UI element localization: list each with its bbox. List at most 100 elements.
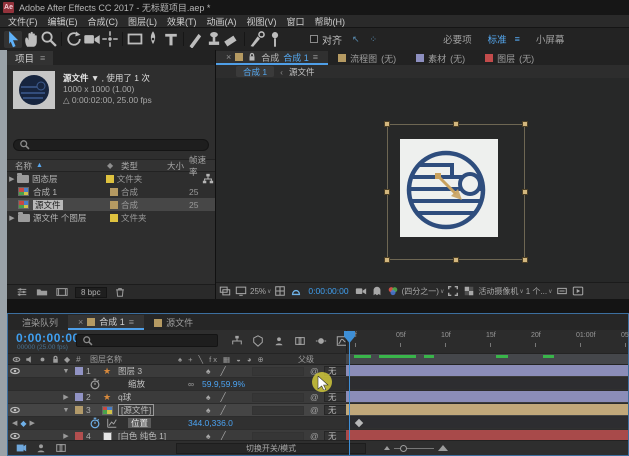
zoom-in-icon[interactable] — [438, 445, 448, 451]
viewer-timecode[interactable]: 0:00:00:00 — [305, 286, 351, 296]
live-update-icon[interactable] — [14, 441, 28, 455]
layer-switches[interactable]: ♠ ╱ — [206, 405, 252, 416]
fast-previews-icon[interactable] — [571, 284, 585, 298]
resolution-dropdown[interactable]: (四分之一) ∨ — [402, 286, 445, 297]
hide-shy-layers-icon[interactable] — [272, 334, 286, 348]
menu-item-0[interactable]: 文件(F) — [3, 15, 43, 28]
tool-rotate-icon[interactable] — [65, 31, 83, 48]
viewer-tab-1[interactable]: 流程图 (无) — [328, 51, 406, 65]
eye-icon[interactable] — [11, 354, 22, 365]
menu-item-2[interactable]: 合成(C) — [83, 15, 124, 28]
audio-icon[interactable] — [24, 354, 35, 365]
layer-duration-bar[interactable] — [346, 404, 628, 415]
layer-name[interactable]: [源文件] — [118, 404, 206, 416]
selection-handle-7[interactable] — [522, 257, 528, 263]
property-row-位置[interactable]: ◀ ◆ ▶ 位置 344.0,336.0 — [8, 417, 628, 430]
breadcrumb-comp[interactable]: 合成 1 — [236, 66, 275, 77]
prev-keyframe-icon[interactable]: ◀ — [12, 419, 17, 427]
anchor-switch[interactable]: ♠ — [206, 405, 211, 416]
timeline-zoom-slider[interactable] — [384, 444, 448, 452]
tab-project[interactable]: 项目 ≡ — [7, 51, 54, 65]
layer-name[interactable]: 图层 3 — [118, 365, 206, 377]
composition-viewport[interactable] — [216, 78, 629, 282]
selection-handle-4[interactable] — [522, 189, 528, 195]
menu-item-6[interactable]: 视图(V) — [242, 15, 282, 28]
property-name[interactable]: 位置 — [128, 417, 188, 429]
panel-menu-icon[interactable]: ≡ — [40, 53, 45, 63]
motion-blur-icon[interactable] — [314, 334, 328, 348]
tool-selection-icon[interactable] — [4, 30, 22, 48]
workspace-menu-icon[interactable]: ≡ — [515, 34, 520, 44]
stopwatch-icon[interactable] — [88, 377, 102, 391]
snapshot-compare-icon[interactable] — [218, 284, 232, 298]
preview-item-name[interactable]: 源文件 — [63, 73, 89, 83]
project-row-2[interactable]: 源文件 合成 25 — [7, 198, 215, 211]
sort-ascending-icon[interactable]: ▲ — [36, 162, 43, 169]
selection-handle-1[interactable] — [453, 121, 459, 127]
label-color-swatch[interactable] — [105, 174, 114, 183]
project-table-header[interactable]: 名称 ▲ ◆ 类型 大小 帧速率 — [7, 155, 215, 177]
selection-handle-2[interactable] — [522, 121, 528, 127]
trash-icon[interactable] — [113, 285, 127, 299]
grid-options-icon[interactable] — [273, 284, 287, 298]
tool-clone-stamp-icon[interactable] — [205, 31, 223, 48]
viewer-tab-0[interactable]: × 合成 合成 1 ≡ — [216, 51, 329, 65]
layer-twirl-icon[interactable]: ▶ — [60, 432, 72, 440]
zoom-out-icon[interactable] — [384, 446, 390, 450]
preview-dropdown-caret[interactable]: ▼ — [91, 73, 99, 83]
dropdown-caret-icon[interactable]: ∨ — [519, 288, 523, 295]
selection-handle-6[interactable] — [453, 257, 459, 263]
tool-pan-behind-icon[interactable] — [101, 31, 119, 48]
project-row-3[interactable]: ▶ 源文件 个图层 文件夹 — [7, 211, 215, 224]
layer-twirl-icon[interactable]: ▶ — [60, 393, 72, 401]
snap-checkbox[interactable] — [310, 35, 318, 43]
anchor-switch[interactable]: ♠ — [206, 392, 211, 403]
show-channel-icon[interactable] — [386, 284, 400, 298]
menu-item-3[interactable]: 图层(L) — [123, 15, 162, 28]
parent-pickwhip-icon[interactable]: @ — [310, 392, 324, 402]
layer-switches[interactable]: ♠ ╱ — [206, 392, 252, 403]
snap-toggle[interactable]: 对齐 — [310, 32, 342, 47]
layer-selection-box[interactable] — [387, 124, 525, 260]
draft-3d-icon[interactable] — [251, 334, 265, 348]
layer-label-swatch[interactable] — [75, 367, 83, 375]
column-size[interactable]: 大小 — [167, 160, 189, 172]
project-row-0[interactable]: ▶ 固态层 文件夹 — [7, 172, 215, 185]
monitor-icon[interactable] — [234, 284, 248, 298]
menu-item-7[interactable]: 窗口 — [282, 15, 310, 28]
region-of-interest-icon[interactable] — [446, 284, 460, 298]
parent-pickwhip-icon[interactable]: @ — [310, 405, 324, 415]
menu-item-1[interactable]: 编辑(E) — [43, 15, 83, 28]
project-bit-depth[interactable]: 8 bpc — [75, 286, 107, 298]
layer-duration-bar[interactable] — [346, 365, 628, 376]
mask-visibility-icon[interactable] — [289, 284, 303, 298]
stopwatch-icon[interactable] — [88, 416, 102, 430]
tool-hand-icon[interactable] — [22, 31, 40, 48]
shy-layers-icon[interactable] — [34, 441, 48, 455]
column-type[interactable]: 类型 — [121, 160, 167, 172]
magnification-dropdown[interactable]: 25% ∨ — [250, 287, 271, 296]
layer-name[interactable]: q球 — [118, 391, 206, 403]
layer-label-swatch[interactable] — [75, 432, 83, 440]
new-folder-icon[interactable] — [35, 285, 49, 299]
shrink-view-icon[interactable]: ↖ — [352, 34, 360, 45]
view-layout-dropdown[interactable]: 1 个... ∨ — [526, 286, 553, 297]
layer-label-swatch[interactable] — [75, 406, 83, 414]
menu-item-5[interactable]: 动画(A) — [202, 15, 242, 28]
show-snapshot-icon[interactable] — [370, 284, 384, 298]
selection-handle-0[interactable] — [384, 121, 390, 127]
label-color-swatch[interactable] — [110, 187, 118, 196]
visibility-toggle[interactable] — [8, 403, 22, 417]
snapshot-icon[interactable] — [354, 284, 368, 298]
viewer-tab-3[interactable]: 图层 (无) — [475, 51, 544, 65]
menu-item-4[interactable]: 效果(T) — [162, 15, 202, 28]
visibility-toggle[interactable] — [8, 364, 22, 378]
layer-duration-bar[interactable] — [346, 391, 628, 402]
twirl-icon[interactable]: ▶ — [7, 175, 17, 183]
selection-handle-3[interactable] — [384, 189, 390, 195]
property-name[interactable]: 缩放 — [128, 378, 188, 390]
property-value[interactable]: 344.0,336.0 — [188, 418, 233, 428]
dropdown-caret-icon[interactable]: ∨ — [267, 288, 271, 295]
project-search-input[interactable] — [13, 139, 209, 151]
current-time-display[interactable]: 0:00:00:00 — [16, 331, 80, 345]
